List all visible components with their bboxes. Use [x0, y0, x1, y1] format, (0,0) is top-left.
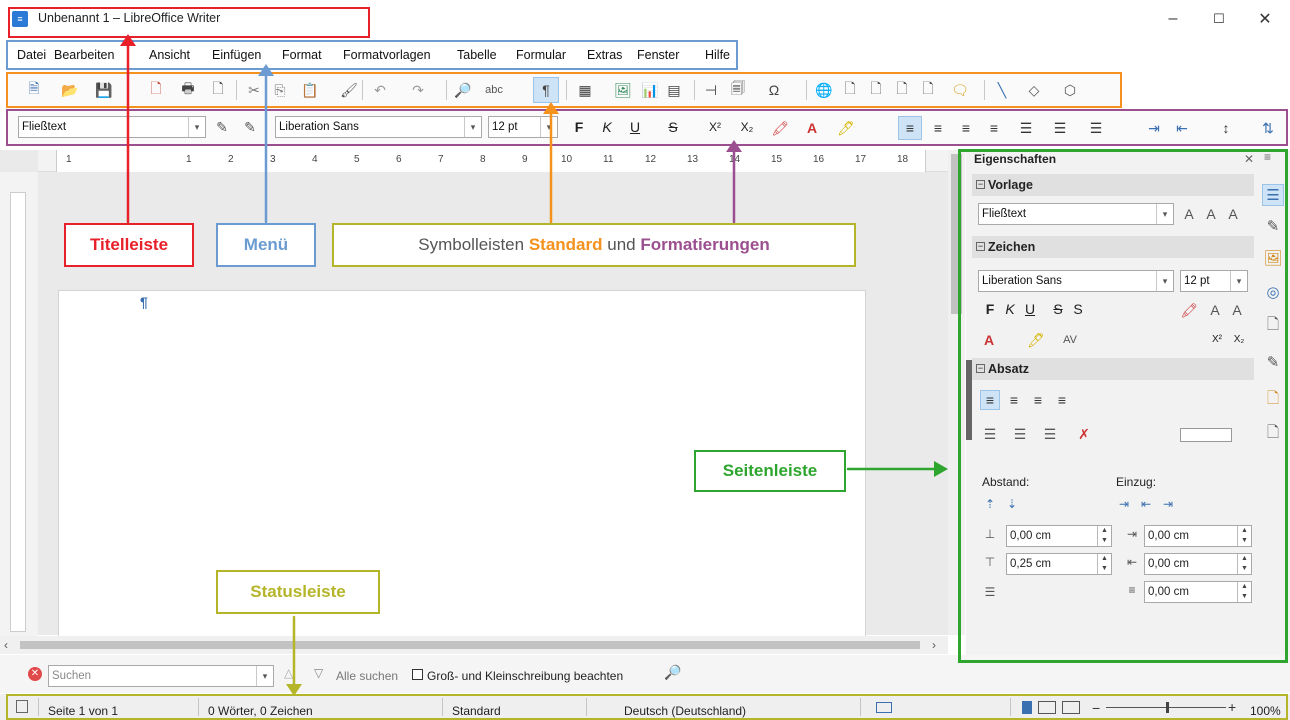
- label-statusleiste: Statusleiste: [216, 570, 380, 614]
- label-symbolleisten-prefix: Symbolleisten: [418, 235, 529, 254]
- annotation-arrows: [120, 34, 948, 696]
- label-titelleiste: Titelleiste: [64, 223, 194, 267]
- label-formatierungen: Formatierungen: [640, 235, 770, 254]
- label-seitenleiste: Seitenleiste: [694, 450, 846, 492]
- label-standard: Standard: [528, 235, 603, 254]
- label-und: und: [602, 235, 641, 254]
- label-symbolleisten: Symbolleisten Standard und Formatierunge…: [332, 223, 856, 267]
- label-menue: Menü: [216, 223, 316, 267]
